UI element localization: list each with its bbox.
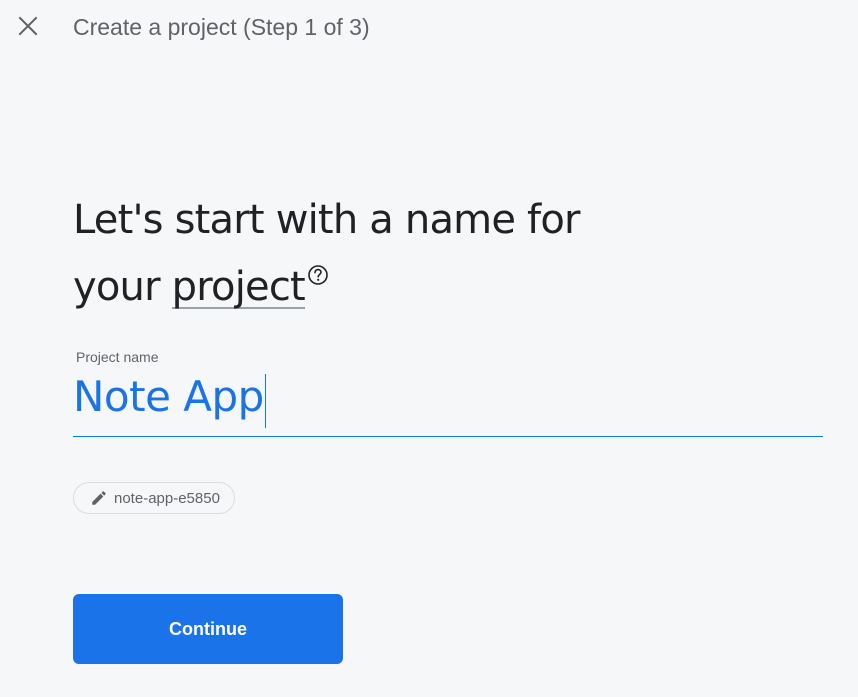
pencil-icon	[92, 491, 106, 505]
project-name-input[interactable]: Note App	[73, 368, 823, 437]
close-icon[interactable]	[18, 16, 38, 36]
close-button[interactable]	[12, 10, 44, 42]
help-circle-icon[interactable]	[307, 240, 329, 307]
project-name-label: Project name	[76, 349, 159, 365]
heading-line-2-prefix: your	[73, 264, 172, 310]
main-heading: Let's start with a name for your project	[73, 187, 773, 321]
page-title: Create a project (Step 1 of 3)	[73, 14, 370, 40]
top-bar: Create a project (Step 1 of 3)	[0, 0, 858, 56]
project-term-link[interactable]: project	[171, 267, 306, 309]
project-name-value[interactable]: Note App	[73, 372, 264, 421]
continue-button[interactable]: Continue	[73, 594, 343, 664]
text-caret	[265, 374, 266, 428]
project-id-label: note-app-e5850	[114, 489, 220, 507]
heading-line-1: Let's start with a name for	[73, 197, 580, 243]
project-id-chip[interactable]: note-app-e5850	[73, 482, 235, 514]
